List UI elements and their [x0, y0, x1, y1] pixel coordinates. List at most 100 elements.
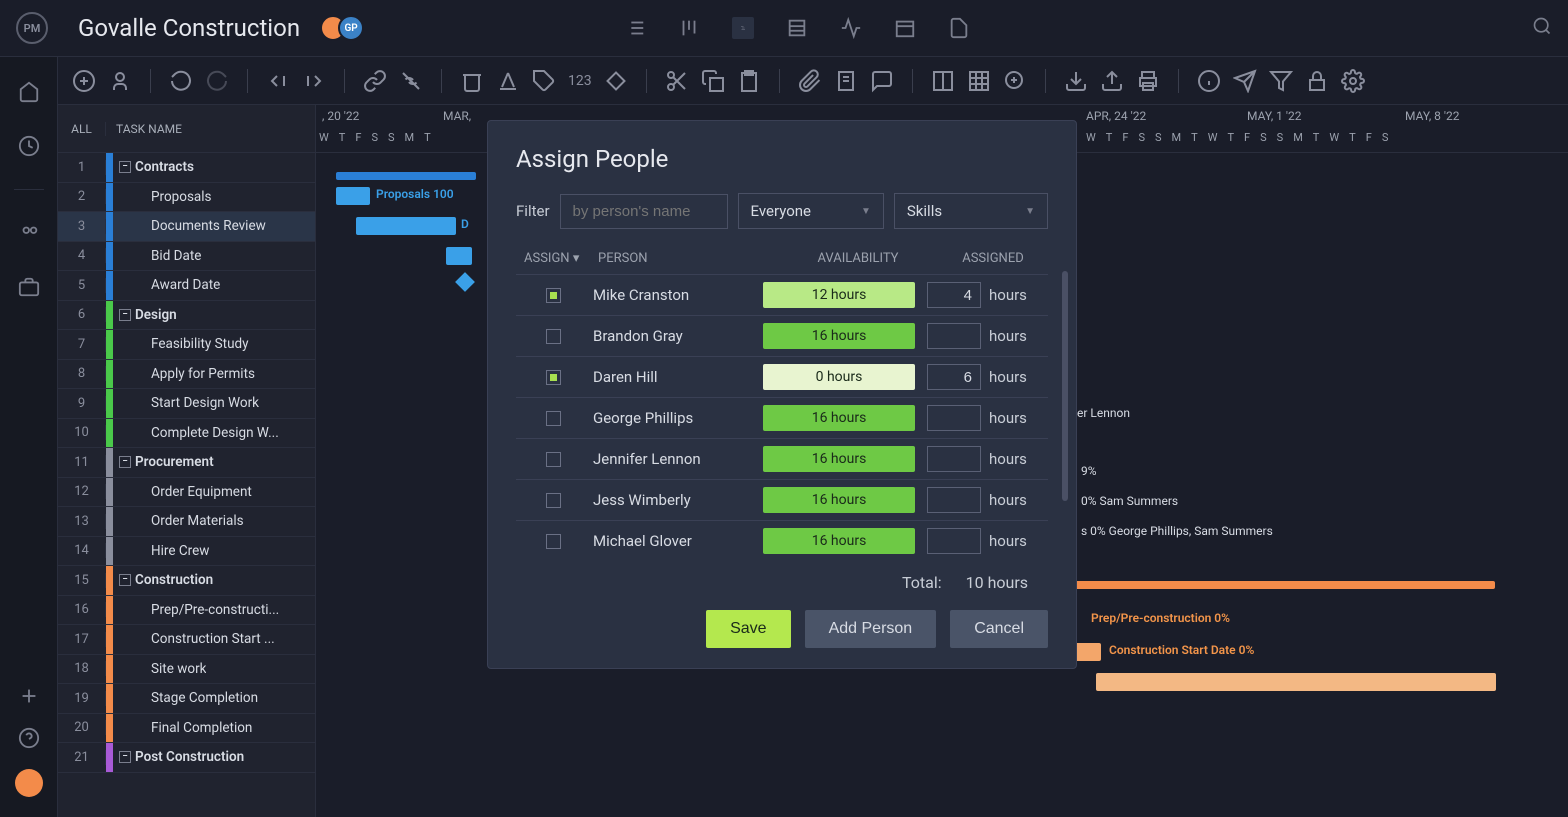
home-icon[interactable]	[18, 81, 40, 103]
delete-icon[interactable]	[460, 69, 484, 93]
lock-icon[interactable]	[1305, 69, 1329, 93]
text-style-icon[interactable]	[496, 69, 520, 93]
filter-icon[interactable]	[1269, 69, 1293, 93]
gantt-bar[interactable]	[1075, 643, 1101, 661]
print-icon[interactable]	[1136, 69, 1160, 93]
gantt-bar[interactable]	[336, 187, 370, 205]
modal-scrollbar[interactable]	[1062, 271, 1068, 501]
export-icon[interactable]	[1100, 69, 1124, 93]
recent-icon[interactable]	[18, 135, 40, 157]
gantt-bar[interactable]	[446, 247, 472, 265]
search-icon[interactable]	[1532, 16, 1552, 40]
task-row[interactable]: 11−Procurement	[58, 448, 315, 478]
col-person[interactable]: PERSON	[598, 251, 778, 266]
list-view-icon[interactable]	[624, 17, 646, 39]
columns-icon[interactable]	[931, 69, 955, 93]
activity-icon[interactable]	[840, 17, 862, 39]
collapse-icon[interactable]: −	[119, 161, 131, 173]
assign-checkbox[interactable]	[546, 288, 561, 303]
briefcase-icon[interactable]	[18, 276, 40, 298]
task-row[interactable]: 16Prep/Pre-constructi...	[58, 596, 315, 626]
undo-icon[interactable]	[169, 69, 193, 93]
assign-icon[interactable]	[108, 69, 132, 93]
task-row[interactable]: 17Construction Start ...	[58, 625, 315, 655]
assign-checkbox[interactable]	[546, 534, 561, 549]
paste-icon[interactable]	[737, 69, 761, 93]
filter-input[interactable]	[560, 194, 728, 229]
calendar-icon[interactable]	[894, 17, 916, 39]
outdent-icon[interactable]	[266, 69, 290, 93]
send-icon[interactable]	[1233, 69, 1257, 93]
task-row[interactable]: 3Documents Review	[58, 212, 315, 242]
gantt-bar[interactable]	[1075, 581, 1495, 589]
cancel-button[interactable]: Cancel	[950, 610, 1048, 648]
task-col-all[interactable]: ALL	[58, 122, 106, 136]
assigned-hours-input[interactable]	[927, 364, 981, 390]
indent-icon[interactable]	[302, 69, 326, 93]
avatar-2[interactable]: GP	[338, 15, 364, 41]
team-icon[interactable]	[18, 222, 40, 244]
milestone-diamond[interactable]	[455, 272, 475, 292]
collapse-icon[interactable]: −	[119, 751, 131, 763]
comment-icon[interactable]	[870, 69, 894, 93]
assign-checkbox[interactable]	[546, 452, 561, 467]
assigned-hours-input[interactable]	[927, 405, 981, 431]
add-person-button[interactable]: Add Person	[805, 610, 937, 648]
assigned-hours-input[interactable]	[927, 282, 981, 308]
task-col-name[interactable]: TASK NAME	[106, 122, 182, 136]
add-icon[interactable]	[72, 69, 96, 93]
note-icon[interactable]	[834, 69, 858, 93]
plus-icon[interactable]	[18, 685, 40, 707]
assigned-hours-input[interactable]	[927, 446, 981, 472]
task-row[interactable]: 14Hire Crew	[58, 537, 315, 567]
assign-checkbox[interactable]	[546, 411, 561, 426]
task-row[interactable]: 21−Post Construction	[58, 743, 315, 773]
task-row[interactable]: 13Order Materials	[58, 507, 315, 537]
toolbar-number[interactable]: 123	[568, 73, 592, 89]
help-icon[interactable]	[18, 727, 40, 749]
assign-checkbox[interactable]	[546, 329, 561, 344]
filter-skills-select[interactable]: Skills ▼	[894, 193, 1048, 229]
col-availability[interactable]: AVAILABILITY	[778, 251, 938, 266]
assigned-hours-input[interactable]	[927, 323, 981, 349]
task-row[interactable]: 12Order Equipment	[58, 478, 315, 508]
sheet-view-icon[interactable]	[786, 17, 808, 39]
tag-icon[interactable]	[532, 69, 556, 93]
copy-icon[interactable]	[701, 69, 725, 93]
file-icon[interactable]	[948, 17, 970, 39]
gantt-bar[interactable]	[356, 217, 456, 235]
gantt-view-icon[interactable]	[732, 17, 754, 39]
gantt-bar[interactable]	[1096, 673, 1496, 691]
task-row[interactable]: 4Bid Date	[58, 242, 315, 272]
task-row[interactable]: 10Complete Design W...	[58, 419, 315, 449]
task-row[interactable]: 5Award Date	[58, 271, 315, 301]
assigned-hours-input[interactable]	[927, 528, 981, 554]
user-avatar[interactable]	[15, 769, 43, 797]
unlink-icon[interactable]	[399, 69, 423, 93]
collapse-icon[interactable]: −	[119, 456, 131, 468]
board-view-icon[interactable]	[678, 17, 700, 39]
assigned-hours-input[interactable]	[927, 487, 981, 513]
diamond-icon[interactable]	[604, 69, 628, 93]
col-assign[interactable]: ASSIGN ▾	[524, 251, 598, 266]
assign-checkbox[interactable]	[546, 493, 561, 508]
task-row[interactable]: 15−Construction	[58, 566, 315, 596]
task-row[interactable]: 1−Contracts	[58, 153, 315, 183]
app-logo[interactable]: PM	[16, 12, 48, 44]
cut-icon[interactable]	[665, 69, 689, 93]
collapse-icon[interactable]: −	[119, 309, 131, 321]
gantt-bar[interactable]	[336, 172, 476, 180]
task-row[interactable]: 8Apply for Permits	[58, 360, 315, 390]
avatar-group[interactable]: GP	[320, 15, 364, 41]
task-row[interactable]: 20Final Completion	[58, 714, 315, 744]
task-row[interactable]: 18Site work	[58, 655, 315, 685]
task-row[interactable]: 19Stage Completion	[58, 684, 315, 714]
assign-checkbox[interactable]	[546, 370, 561, 385]
settings-icon[interactable]	[1341, 69, 1365, 93]
task-row[interactable]: 6−Design	[58, 301, 315, 331]
task-row[interactable]: 2Proposals	[58, 183, 315, 213]
filter-scope-select[interactable]: Everyone ▼	[738, 193, 884, 229]
collapse-icon[interactable]: −	[119, 574, 131, 586]
col-assigned[interactable]: ASSIGNED	[938, 251, 1048, 266]
save-button[interactable]: Save	[706, 610, 790, 648]
